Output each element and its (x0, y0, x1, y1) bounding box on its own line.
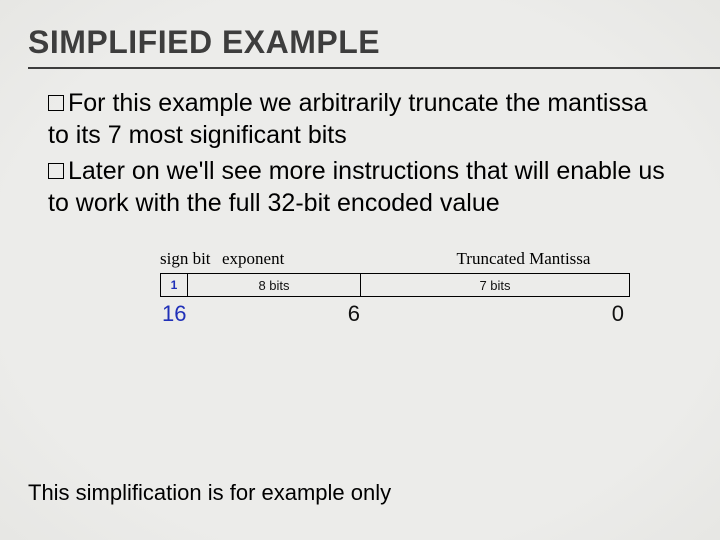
tick-6: 6 (188, 301, 384, 327)
label-mantissa: Truncated Mantissa (387, 249, 660, 269)
bullet-2: Later on we'll see more instructions tha… (48, 155, 672, 219)
bullet-1: For this example we arbitrarily truncate… (48, 87, 672, 151)
label-sign-bit: sign bit (160, 249, 222, 269)
bullet-list: For this example we arbitrarily truncate… (48, 87, 672, 219)
label-exponent: exponent (222, 249, 387, 269)
tick-16: 16 (160, 301, 188, 327)
bullet-square-icon (48, 95, 64, 111)
box-mantissa: 7 bits (361, 274, 629, 296)
slide-title: SIMPLIFIED EXAMPLE (28, 24, 692, 61)
tick-0: 0 (384, 301, 628, 327)
bullet-2-text: Later on we'll see more instructions tha… (48, 157, 665, 217)
bit-boxes: 1 8 bits 7 bits (160, 273, 630, 297)
box-sign: 1 (161, 274, 188, 296)
footer-note: This simplification is for example only (28, 480, 391, 506)
bit-index-ticks: 16 6 0 (160, 301, 628, 327)
bit-layout-diagram: sign bit exponent Truncated Mantissa 1 8… (160, 249, 660, 327)
bullet-square-icon (48, 163, 64, 179)
bullet-1-text: For this example we arbitrarily truncate… (48, 89, 647, 149)
box-exponent: 8 bits (188, 274, 361, 296)
